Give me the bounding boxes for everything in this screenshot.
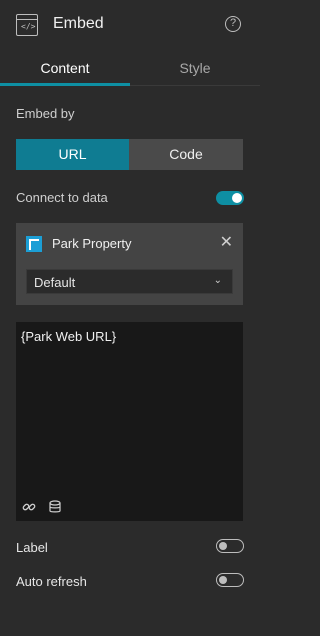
- label-toggle-label: Label: [16, 540, 48, 555]
- connect-to-data-label: Connect to data: [16, 190, 108, 205]
- tab-content[interactable]: Content: [0, 50, 130, 86]
- auto-refresh-label: Auto refresh: [16, 574, 87, 589]
- panel-title: Embed: [53, 15, 104, 32]
- connect-to-data-toggle[interactable]: [216, 191, 244, 205]
- data-view-select[interactable]: Default ⌄: [26, 269, 233, 294]
- auto-refresh-toggle[interactable]: [216, 573, 244, 587]
- data-view-value: Default: [34, 275, 76, 290]
- label-toggle[interactable]: [216, 539, 244, 553]
- data-source-name: Park Property: [52, 236, 132, 251]
- link-icon[interactable]: [22, 500, 36, 514]
- url-expression-editor[interactable]: {Park Web URL}: [16, 322, 243, 521]
- tab-style[interactable]: Style: [130, 50, 260, 86]
- data-source-card: Park Property ✕ Default ⌄: [16, 223, 243, 305]
- chevron-down-icon: ⌄: [213, 275, 222, 286]
- database-icon[interactable]: [48, 500, 62, 514]
- feature-layer-icon: [26, 236, 42, 252]
- panel-header: </> Embed ?: [0, 0, 260, 50]
- editor-content: {Park Web URL}: [21, 329, 117, 344]
- embed-widget-icon: </>: [16, 14, 38, 36]
- code-option-button[interactable]: Code: [129, 139, 243, 170]
- embed-by-segmented-control: URL Code: [16, 139, 243, 170]
- help-icon[interactable]: ?: [225, 16, 241, 32]
- tab-bar: Content Style: [0, 50, 260, 86]
- url-option-button[interactable]: URL: [16, 139, 129, 170]
- close-icon[interactable]: ✕: [220, 235, 233, 251]
- embed-by-label: Embed by: [16, 106, 75, 121]
